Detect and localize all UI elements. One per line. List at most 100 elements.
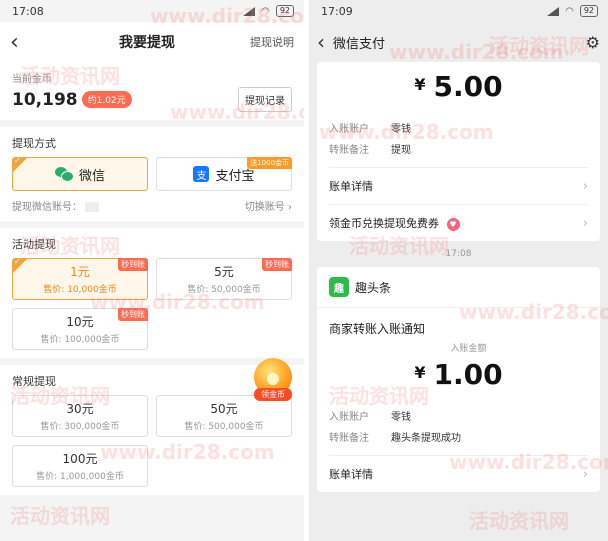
amount-value: 5.00 xyxy=(433,70,503,103)
option-price: 售价: 500,000金币 xyxy=(184,422,264,432)
activity-withdraw-section: 活动提现 ✓ 秒到账 1元 售价: 10,000金币 秒到账 5元 售价: 50… xyxy=(0,228,304,358)
detail-value: 零钱 xyxy=(391,124,411,135)
withdraw-records-button[interactable]: 提现记录 xyxy=(238,87,292,112)
option-amount: 1元 xyxy=(70,265,90,279)
currency-symbol: ¥ xyxy=(414,75,426,94)
detail-row: 转账备注 趣头条提现成功 xyxy=(317,426,600,447)
bill-detail-link[interactable]: 账单详情 › xyxy=(317,168,600,204)
activity-withdraw-title: 活动提现 xyxy=(12,238,56,251)
currency-symbol: ¥ xyxy=(414,363,426,382)
watermark-text: 活动资讯网 xyxy=(10,504,110,528)
status-time: 17:09 xyxy=(321,4,353,18)
withdraw-screen: 17:08 ◠ 92 ‹ 我要提现 提现说明 当前金币 10,198 约1.02… xyxy=(0,0,304,541)
instant-tag: 秒到账 xyxy=(118,308,148,321)
switch-account-link[interactable]: 切换账号 › xyxy=(245,198,292,213)
detail-key: 转账备注 xyxy=(329,145,369,156)
option-price: 售价: 10,000金币 xyxy=(43,285,117,295)
battery-icon: 92 xyxy=(275,5,294,17)
status-bar: 17:08 ◠ 92 xyxy=(0,0,304,22)
regular-withdraw-title: 常规提现 xyxy=(12,375,56,388)
regular-option-100yuan[interactable]: 100元 售价: 1,000,000金币 xyxy=(12,445,148,487)
chevron-right-icon: › xyxy=(582,466,588,482)
get-coins-label: 领金币 xyxy=(254,388,292,401)
wechat-pay-screen: 17:09 ◠ 92 ‹ 微信支付 ⚙ ¥5.00 入账账户 零钱 转账备注 提… xyxy=(309,0,608,541)
detail-value: 提现 xyxy=(391,145,411,156)
qutoutiao-logo-icon: 趣 xyxy=(329,277,349,297)
status-time: 17:08 xyxy=(12,4,44,18)
chat-header: ‹ 微信支付 ⚙ xyxy=(309,22,608,62)
signal-icon xyxy=(243,6,256,16)
check-icon: ✓ xyxy=(14,257,21,266)
screenshot-composite: 17:08 ◠ 92 ‹ 我要提现 提现说明 当前金币 10,198 约1.02… xyxy=(0,0,608,541)
back-icon[interactable]: ‹ xyxy=(10,30,60,55)
merchant-row: 趣 趣头条 xyxy=(317,267,600,308)
back-icon[interactable]: ‹ xyxy=(317,30,325,54)
coin-balance-label: 当前金币 xyxy=(12,74,52,85)
wechat-account-label: 提现微信账号： xyxy=(12,202,82,213)
heart-icon: ♥ xyxy=(446,218,460,231)
bill-detail-label: 账单详情 xyxy=(329,468,373,481)
merchant-name: 趣头条 xyxy=(355,280,392,295)
alipay-icon: 支 xyxy=(193,166,210,182)
option-amount: 100元 xyxy=(62,452,98,466)
status-bar: 17:09 ◠ 92 xyxy=(309,0,608,22)
alipay-promo-tag: 送1000金币 xyxy=(247,157,292,169)
detail-row: 入账账户 零钱 xyxy=(317,405,600,426)
method-alipay-option[interactable]: 送1000金币 支 支付宝 xyxy=(156,157,292,191)
wifi-icon: ◠ xyxy=(261,5,270,17)
option-price: 售价: 100,000金币 xyxy=(40,335,120,345)
activity-option-5yuan[interactable]: 秒到账 5元 售价: 50,000金币 xyxy=(156,258,292,300)
coin-balance-section: 当前金币 10,198 约1.02元 提现记录 xyxy=(0,62,304,120)
message-timestamp: 17:08 xyxy=(445,249,472,259)
get-coins-floating-button[interactable]: ● 领金币 xyxy=(252,358,294,404)
coupon-link[interactable]: 领金币兑换提现免费券 ♥ › xyxy=(317,205,600,241)
withdraw-method-title: 提现方式 xyxy=(12,137,56,150)
withdraw-help-link[interactable]: 提现说明 xyxy=(234,34,294,50)
option-amount: 50元 xyxy=(210,402,238,416)
detail-row: 入账账户 零钱 xyxy=(317,117,600,138)
gear-icon[interactable]: ⚙ xyxy=(586,33,600,52)
check-icon: ✓ xyxy=(14,156,21,165)
instant-tag: 秒到账 xyxy=(118,258,148,271)
regular-option-30yuan[interactable]: 30元 售价: 300,000金币 xyxy=(12,395,148,437)
wechat-icon xyxy=(54,167,74,182)
withdraw-method-section: 提现方式 ✓ 微信 送1000金币 支 支付宝 提现微信账号： 切换账号 › xyxy=(0,127,304,221)
detail-key: 转账备注 xyxy=(329,433,369,444)
bill-detail-label: 账单详情 xyxy=(329,180,373,193)
coin-approx-badge: 约1.02元 xyxy=(81,91,132,108)
app-header: ‹ 我要提现 提现说明 xyxy=(0,22,304,62)
chevron-right-icon: › xyxy=(582,215,588,231)
option-amount: 10元 xyxy=(66,315,94,329)
option-price: 售价: 1,000,000金币 xyxy=(36,472,124,482)
masked-account xyxy=(85,202,100,212)
payment-card-1: ¥5.00 入账账户 零钱 转账备注 提现 账单详情 › 领金币兑换提现免费券 … xyxy=(317,62,600,241)
detail-key: 入账账户 xyxy=(329,412,369,423)
transfer-notice-title: 商家转账入账通知 xyxy=(329,322,426,336)
amount-value: 1.00 xyxy=(433,358,503,391)
option-price: 售价: 300,000金币 xyxy=(40,422,120,432)
activity-option-10yuan[interactable]: 秒到账 10元 售价: 100,000金币 xyxy=(12,308,148,350)
detail-value: 趣头条提现成功 xyxy=(391,433,461,444)
signal-icon xyxy=(547,6,560,16)
option-price: 售价: 50,000金币 xyxy=(187,285,261,295)
payment-amount: ¥5.00 xyxy=(317,62,600,117)
battery-icon: 92 xyxy=(579,5,598,17)
detail-key: 入账账户 xyxy=(329,124,369,135)
detail-value: 零钱 xyxy=(391,412,411,423)
method-wechat-option[interactable]: ✓ 微信 xyxy=(12,156,148,191)
payment-card-2: 趣 趣头条 商家转账入账通知 入账金额 ¥1.00 入账账户 零钱 转账备注 趣… xyxy=(317,267,600,492)
amount-label: 入账金额 xyxy=(450,344,487,354)
detail-row: 转账备注 提现 xyxy=(317,138,600,159)
activity-option-1yuan[interactable]: ✓ 秒到账 1元 售价: 10,000金币 xyxy=(12,257,148,300)
payment-amount: ¥1.00 xyxy=(317,354,600,405)
watermark-text: 活动资讯网 xyxy=(469,509,569,533)
chat-title: 微信支付 xyxy=(333,36,386,52)
bill-detail-link[interactable]: 账单详情 › xyxy=(317,456,600,492)
page-title: 我要提现 xyxy=(119,35,175,51)
method-wechat-label: 微信 xyxy=(78,168,105,184)
chevron-right-icon: › xyxy=(582,178,588,194)
wifi-icon: ◠ xyxy=(565,5,574,17)
option-amount: 30元 xyxy=(66,402,94,416)
option-amount: 5元 xyxy=(214,265,234,279)
coupon-label: 领金币兑换提现免费券 xyxy=(329,217,439,230)
